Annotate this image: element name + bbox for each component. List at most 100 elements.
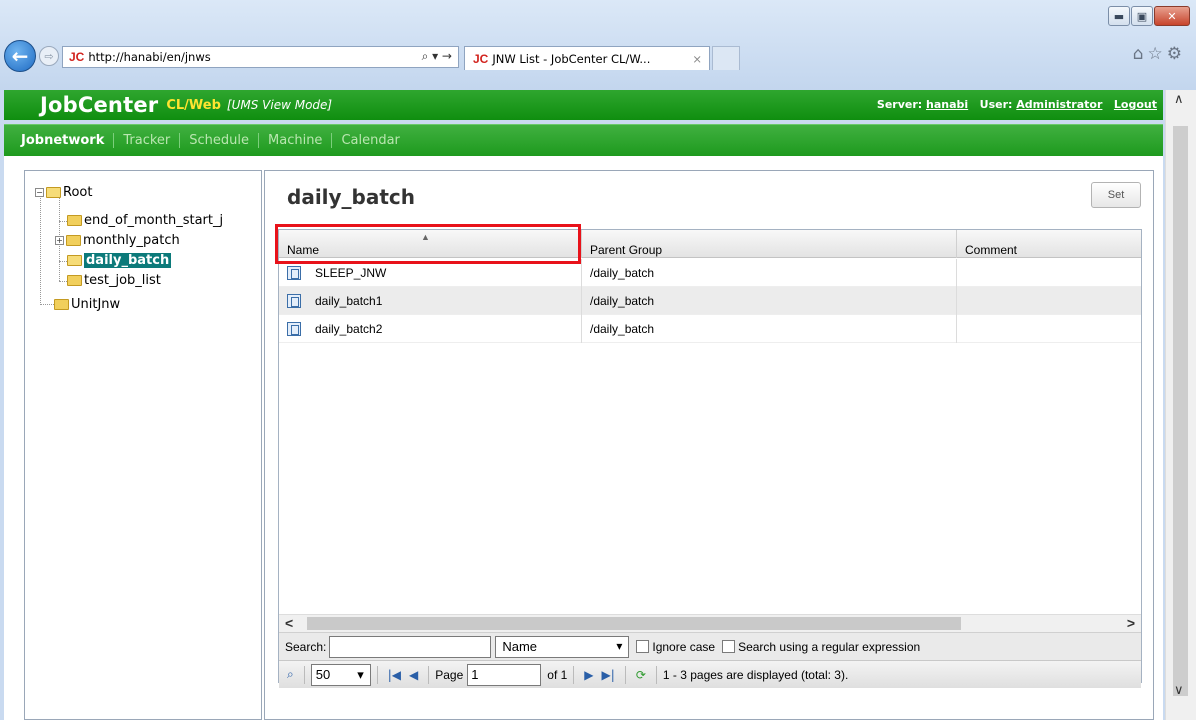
tree-node-daily-batch[interactable]: daily_batch — [67, 251, 172, 269]
horizontal-scrollbar[interactable]: < > — [279, 614, 1141, 632]
scroll-thumb[interactable] — [307, 617, 961, 630]
tree-node-test-job-list[interactable]: test_job_list — [67, 271, 161, 289]
first-page-icon[interactable]: |◀ — [388, 668, 401, 682]
user-label: User: — [979, 98, 1013, 111]
search-go-icon[interactable]: ⌕ ▾ → — [422, 49, 452, 64]
tab-close-icon[interactable]: × — [692, 52, 702, 66]
tab-favicon: JC — [473, 51, 489, 66]
chevron-down-icon: ▾ — [616, 638, 623, 653]
row-name[interactable]: daily_batch2 — [315, 322, 382, 336]
search-input[interactable] — [329, 635, 492, 658]
scroll-left-icon[interactable]: < — [285, 615, 293, 631]
row-name[interactable]: SLEEP_JNW — [315, 266, 386, 280]
page-number-input[interactable]: 1 — [467, 663, 542, 686]
row-comment — [957, 315, 1141, 343]
browser-chrome — [0, 0, 1196, 90]
row-parent: /daily_batch — [582, 287, 957, 315]
row-parent: /daily_batch — [582, 315, 957, 343]
nav-machine[interactable]: Machine — [259, 133, 333, 148]
tree-label[interactable]: end_of_month_start_j — [84, 213, 223, 228]
forward-icon[interactable]: ⇨ — [39, 46, 59, 66]
main-nav: Jobnetwork Tracker Schedule Machine Cale… — [4, 124, 1163, 156]
search-bar: Search: Name ▾ Ignore case Search using … — [279, 632, 1141, 660]
jobnetwork-icon — [287, 266, 301, 280]
user-link[interactable]: Administrator — [1016, 98, 1102, 111]
tree-label[interactable]: UnitJnw — [71, 297, 120, 312]
chevron-down-icon: ▾ — [357, 666, 364, 682]
page-size-select[interactable]: 50 ▾ — [310, 663, 371, 686]
scroll-thumb[interactable] — [1173, 126, 1188, 696]
jobnetwork-icon — [287, 322, 301, 336]
nav-jobnetwork[interactable]: Jobnetwork — [12, 133, 115, 148]
group-tree: − Root end_of_month_start_j + monthly_pa… — [24, 170, 262, 720]
ignore-case-checkbox[interactable] — [636, 640, 650, 653]
tab-title: JNW List - JobCenter CL/W... — [492, 51, 651, 66]
regex-label: Search using a regular expression — [738, 639, 921, 654]
prev-page-icon[interactable]: ◀ — [409, 668, 418, 682]
search-icon[interactable]: ⌕ — [287, 667, 294, 682]
server-link[interactable]: hanabi — [926, 98, 968, 111]
refresh-icon[interactable]: ⟳ — [636, 668, 646, 682]
tree-label[interactable]: test_job_list — [84, 273, 161, 288]
page-size-value: 50 — [315, 667, 331, 682]
app-header: JobCenter CL/Web [UMS View Mode] Server:… — [4, 90, 1163, 120]
tree-node-root[interactable]: − Root — [35, 183, 92, 201]
tree-node-end-of-month[interactable]: end_of_month_start_j — [67, 211, 223, 229]
set-button[interactable]: Set — [1091, 182, 1141, 208]
tree-label-selected[interactable]: daily_batch — [84, 252, 172, 268]
scroll-down-icon[interactable]: ∨ — [1174, 683, 1184, 698]
site-favicon: JC — [69, 50, 85, 64]
view-mode-label: [UMS View Mode] — [226, 98, 333, 112]
page-of-label: of 1 — [547, 667, 568, 682]
gear-icon[interactable]: ⚙ — [1167, 44, 1186, 64]
pager-bar: ⌕ 50 ▾ |◀ ◀ Page 1 of 1 ▶ ▶| ⟳ 1 - 3 pag… — [279, 660, 1141, 688]
page-label: Page — [435, 667, 464, 682]
browser-tab[interactable]: JC JNW List - JobCenter CL/W... × — [464, 46, 710, 70]
folder-icon — [66, 234, 81, 246]
vertical-scrollbar[interactable]: ∧ ∨ — [1165, 90, 1196, 720]
table-row[interactable]: SLEEP_JNW /daily_batch — [279, 259, 1141, 287]
search-field-select[interactable]: Name ▾ — [495, 635, 630, 658]
scroll-right-icon[interactable]: > — [1127, 615, 1135, 631]
next-page-icon[interactable]: ▶ — [584, 668, 593, 682]
folder-open-icon — [46, 186, 61, 198]
home-icon[interactable]: ⌂ — [1133, 44, 1148, 64]
new-tab-button[interactable] — [712, 46, 740, 70]
column-header-comment[interactable]: Comment — [957, 230, 1141, 258]
row-comment — [957, 259, 1141, 287]
last-page-icon[interactable]: ▶| — [602, 668, 615, 682]
ignore-case-label: Ignore case — [652, 639, 716, 654]
app-logo: JobCenter — [40, 93, 159, 117]
home-favorites-settings-icons[interactable]: ⌂☆⚙ — [1133, 44, 1186, 64]
tree-label[interactable]: monthly_patch — [83, 233, 180, 248]
close-window-button[interactable]: ✕ — [1154, 6, 1190, 26]
column-header-parent-group[interactable]: Parent Group — [582, 230, 957, 258]
folder-icon — [54, 298, 69, 310]
highlight-box — [275, 224, 581, 264]
regex-checkbox[interactable] — [722, 640, 736, 653]
row-comment — [957, 287, 1141, 315]
minimize-button[interactable]: ▬ — [1108, 6, 1130, 26]
row-parent: /daily_batch — [582, 259, 957, 287]
tree-label-root[interactable]: Root — [63, 185, 92, 200]
tree-node-monthly-patch[interactable]: + monthly_patch — [55, 231, 180, 249]
server-label: Server: — [876, 98, 923, 111]
folder-icon — [67, 214, 82, 226]
maximize-button[interactable]: ▣ — [1131, 6, 1153, 26]
nav-tracker[interactable]: Tracker — [114, 133, 181, 148]
address-bar[interactable]: JC http://hanabi/en/jnws ⌕ ▾ → — [62, 46, 459, 68]
nav-schedule[interactable]: Schedule — [180, 133, 260, 148]
expand-icon[interactable]: + — [55, 235, 64, 245]
jnw-grid: ▲ Name Parent Group Comment SLEEP_JNW /d… — [275, 224, 1142, 688]
row-name[interactable]: daily_batch1 — [315, 294, 382, 308]
tree-node-unitjnw[interactable]: UnitJnw — [54, 295, 120, 313]
logout-link[interactable]: Logout — [1114, 98, 1157, 111]
star-icon[interactable]: ☆ — [1148, 44, 1167, 64]
table-row[interactable]: daily_batch2 /daily_batch — [279, 315, 1141, 343]
address-url[interactable]: http://hanabi/en/jnws — [88, 50, 210, 64]
scroll-up-icon[interactable]: ∧ — [1174, 92, 1184, 107]
nav-calendar[interactable]: Calendar — [332, 133, 408, 148]
back-icon[interactable]: ← — [4, 40, 36, 72]
collapse-icon[interactable]: − — [35, 187, 44, 197]
table-row[interactable]: daily_batch1 /daily_batch — [279, 287, 1141, 315]
